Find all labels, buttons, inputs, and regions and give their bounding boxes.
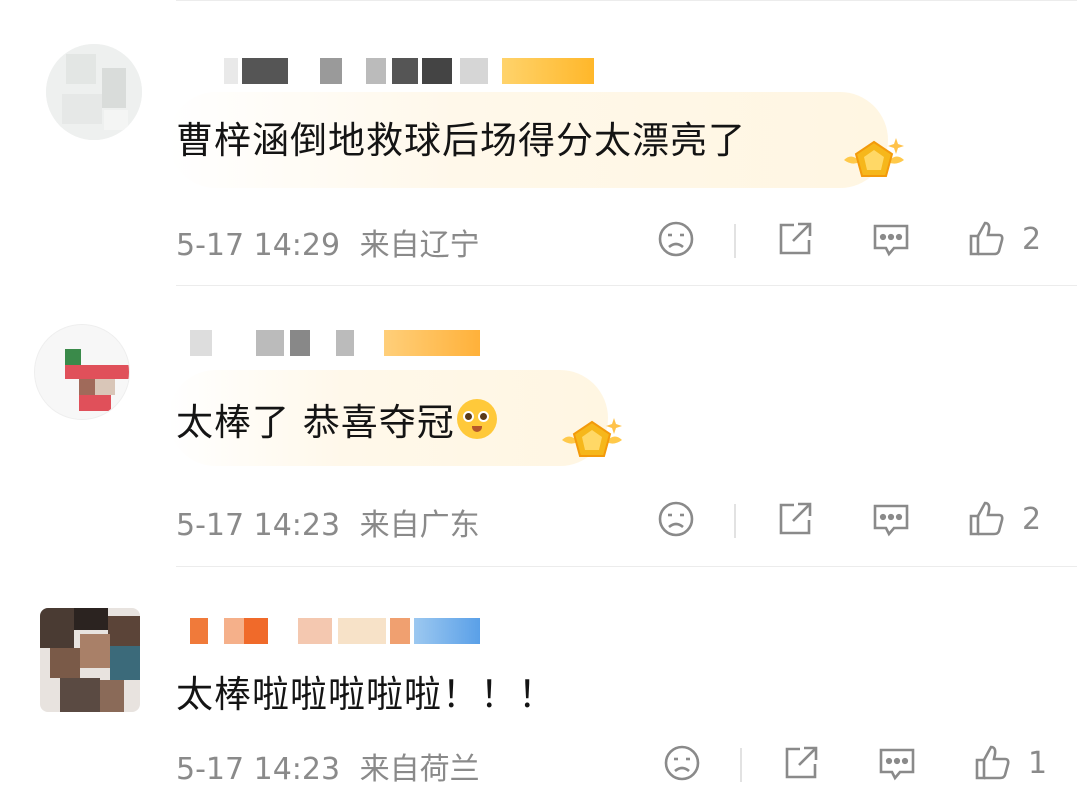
reply-button[interactable]: [870, 214, 912, 264]
username[interactable]: [190, 330, 480, 356]
fan-badge-icon: [556, 412, 628, 472]
comment-meta: 5-17 14:23 来自广东: [176, 500, 480, 544]
comment-date: 5-17 14:29: [176, 228, 341, 263]
comment-icon: [873, 224, 909, 257]
comment-location: 来自荷兰: [359, 752, 480, 787]
comment-text: 太棒啦啦啦啦啦！！！: [176, 673, 556, 716]
like-button[interactable]: 1: [972, 738, 1047, 788]
comment-icon: [873, 504, 909, 537]
comment-text: 太棒了 恭喜夺冠: [176, 392, 497, 446]
comment-date: 5-17 14:23: [176, 508, 341, 543]
action-separator: [734, 224, 736, 258]
comment-meta: 5-17 14:23 来自荷兰: [176, 744, 480, 788]
avatar[interactable]: [40, 608, 140, 712]
fan-badge-icon: [838, 132, 910, 192]
comment-icon: [879, 748, 915, 781]
comment-actions: 2: [650, 214, 1060, 264]
action-separator: [740, 748, 742, 782]
thumbs-up-icon: [969, 221, 1004, 256]
dislike-button[interactable]: [662, 738, 702, 788]
reply-button[interactable]: [876, 738, 918, 788]
like-button[interactable]: 2: [966, 494, 1041, 544]
like-button[interactable]: 2: [966, 214, 1041, 264]
avatar[interactable]: [34, 324, 130, 420]
share-button[interactable]: [780, 738, 822, 788]
comment-location: 来自辽宁: [359, 228, 480, 263]
comment-divider: [176, 566, 1077, 567]
comment-date: 5-17 14:23: [176, 752, 341, 787]
reply-button[interactable]: [870, 494, 912, 544]
comment-meta: 5-17 14:29 来自辽宁: [176, 220, 480, 264]
avatar[interactable]: [46, 44, 142, 140]
username[interactable]: [224, 58, 594, 84]
sad-face-icon: [658, 501, 694, 537]
top-divider: [176, 0, 1077, 1]
like-count: 2: [1022, 221, 1042, 257]
pleading-face-icon: [456, 399, 497, 439]
thumbs-up-icon: [975, 745, 1010, 780]
comment-text: 曹梓涵倒地救球后场得分太漂亮了: [176, 119, 746, 162]
share-icon: [779, 502, 812, 535]
share-icon: [785, 746, 818, 779]
action-separator: [734, 504, 736, 538]
sad-face-icon: [658, 221, 694, 257]
like-count: 2: [1022, 501, 1042, 537]
comment-divider: [176, 285, 1077, 286]
username[interactable]: [190, 618, 480, 644]
comment-actions: 1: [656, 738, 1066, 788]
thumbs-up-icon: [969, 501, 1004, 536]
share-icon: [779, 222, 812, 255]
sad-face-icon: [664, 745, 700, 781]
dislike-button[interactable]: [656, 214, 696, 264]
share-button[interactable]: [774, 494, 816, 544]
like-count: 1: [1028, 745, 1048, 781]
dislike-button[interactable]: [656, 494, 696, 544]
comment-location: 来自广东: [359, 508, 480, 543]
share-button[interactable]: [774, 214, 816, 264]
comment-actions: 2: [650, 494, 1060, 544]
